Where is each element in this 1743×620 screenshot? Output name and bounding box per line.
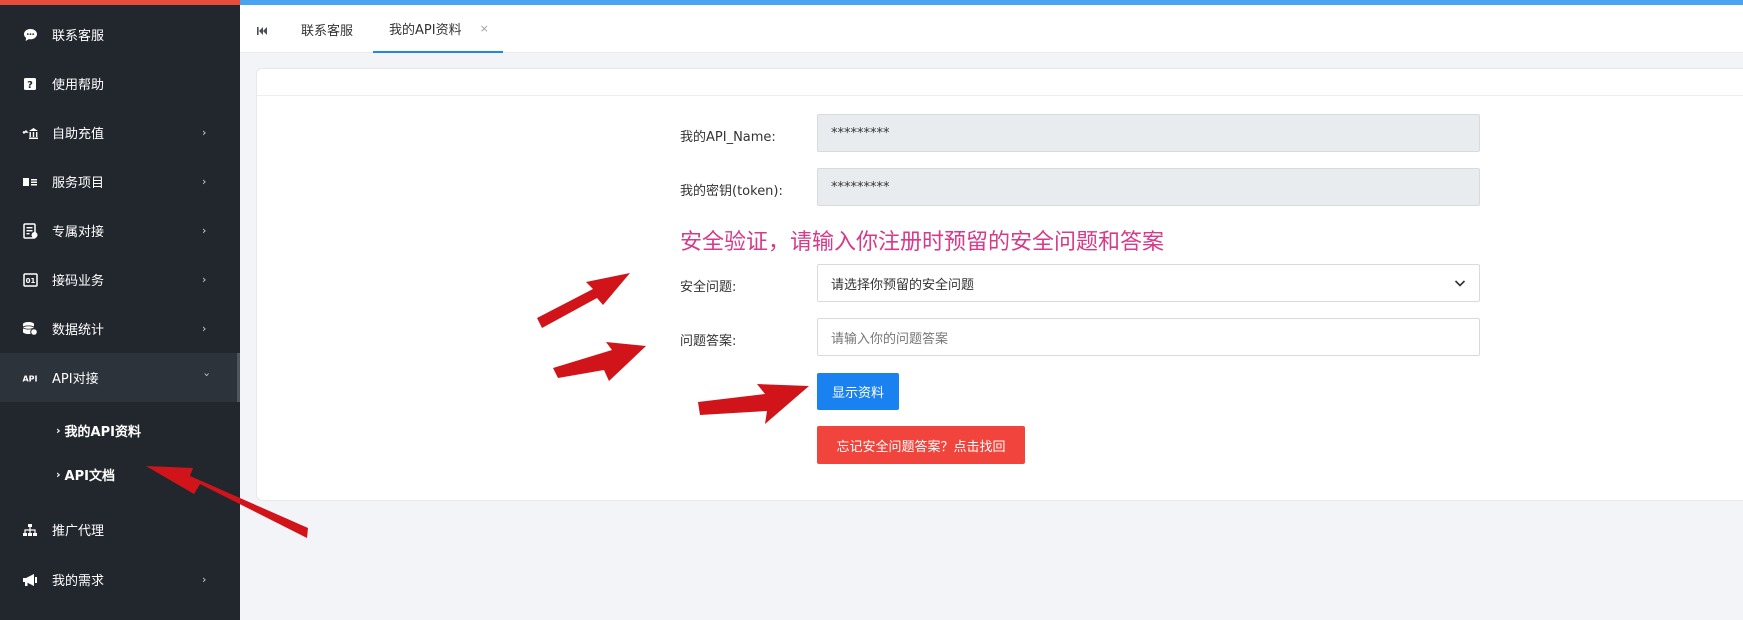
sidebar-item-my-requests[interactable]: 我的需求 › — [0, 555, 240, 604]
submenu-item-api-docs[interactable]: › API文档 — [56, 463, 115, 485]
megaphone-icon — [22, 572, 38, 588]
api-text-icon: API — [22, 370, 38, 386]
svg-text:API: API — [22, 374, 37, 383]
chevron-down-icon: › — [200, 372, 214, 377]
chevron-right-icon: › — [202, 126, 207, 139]
code-box-icon: 01 — [22, 272, 38, 288]
sitemap-icon — [22, 522, 38, 538]
tab-customer-service[interactable]: 联系客服 — [301, 5, 353, 53]
api-name-label: 我的API_Name: — [680, 130, 776, 145]
sidebar-item-label: 接码业务 — [52, 274, 105, 289]
sidebar-item-label: 专属对接 — [52, 225, 105, 240]
sidebar-item-label: 使用帮助 — [52, 78, 105, 93]
tab-my-api-info[interactable]: 我的API资料 × — [373, 5, 503, 53]
chevron-right-icon: › — [202, 175, 207, 188]
show-info-button[interactable]: 显示资料 — [817, 373, 899, 410]
chevron-right-icon: › — [56, 467, 61, 481]
document-sync-icon — [22, 222, 38, 239]
tab-bar: 联系客服 我的API资料 × — [240, 5, 1743, 53]
forgot-answer-button[interactable]: 忘记安全问题答案？点击找回 — [817, 426, 1025, 464]
chevron-right-icon: › — [56, 423, 61, 437]
sidebar-item-api[interactable]: API API对接 › — [0, 353, 240, 402]
chat-bubble-icon — [22, 27, 38, 43]
skip-back-icon[interactable] — [256, 22, 270, 36]
sidebar-item-label: API对接 — [52, 372, 99, 387]
sidebar-item-help[interactable]: ? 使用帮助 — [0, 59, 240, 108]
chevron-right-icon: › — [202, 322, 207, 335]
sidebar-item-services[interactable]: 服务项目 › — [0, 157, 240, 206]
sidebar-item-statistics[interactable]: 数据统计 › — [0, 304, 240, 353]
sidebar-item-dedicated[interactable]: 专属对接 › — [0, 206, 240, 255]
sidebar-item-recharge[interactable]: 自助充值 › — [0, 108, 240, 157]
tab-label: 我的API资料 — [389, 22, 462, 38]
sidebar-item-promotion[interactable]: 推广代理 — [0, 505, 240, 554]
sidebar-item-customer-service[interactable]: 联系客服 — [0, 10, 240, 59]
bank-transfer-icon — [22, 125, 38, 141]
security-heading: 安全验证，请输入你注册时预留的安全问题和答案 — [680, 230, 1165, 255]
tab-label: 联系客服 — [301, 23, 354, 39]
sidebar-item-label: 自助充值 — [52, 127, 105, 142]
sidebar-item-label: 服务项目 — [52, 176, 105, 191]
id-card-icon — [22, 174, 38, 190]
svg-text:?: ? — [27, 80, 33, 91]
chevron-right-icon: › — [202, 273, 207, 286]
token-label: 我的密钥(token): — [680, 184, 783, 199]
sidebar-item-label: 我的需求 — [52, 574, 105, 589]
chevron-down-icon — [1453, 276, 1467, 290]
question-box-icon: ? — [22, 76, 38, 92]
token-field: ********* — [817, 168, 1480, 206]
svg-text:01: 01 — [25, 277, 35, 285]
sidebar-item-label: 数据统计 — [52, 323, 105, 338]
close-icon[interactable]: × — [480, 22, 489, 35]
sidebar-item-label: 联系客服 — [52, 29, 105, 44]
submenu-item-my-api-info[interactable]: › 我的API资料 — [56, 419, 141, 441]
submenu-item-label: 我的API资料 — [64, 424, 141, 440]
sidebar-item-label: 推广代理 — [52, 524, 105, 539]
sidebar: 联系客服 ? 使用帮助 自助充值 › 服务项目 › 专属对接 › 01 接码业务… — [0, 5, 240, 620]
sidebar-item-sms-code[interactable]: 01 接码业务 › — [0, 255, 240, 304]
submenu-item-label: API文档 — [64, 468, 115, 484]
card-header — [257, 69, 1743, 96]
answer-input[interactable]: 请输入你的问题答案 — [817, 318, 1480, 356]
api-name-field: ********* — [817, 114, 1480, 152]
chevron-right-icon: › — [202, 224, 207, 237]
security-question-label: 安全问题: — [680, 280, 737, 295]
select-value: 请选择你预留的安全问题 — [831, 277, 975, 293]
database-icon — [22, 321, 38, 337]
answer-label: 问题答案: — [680, 334, 737, 349]
chevron-right-icon: › — [202, 573, 207, 586]
security-question-select[interactable]: 请选择你预留的安全问题 — [817, 264, 1480, 302]
